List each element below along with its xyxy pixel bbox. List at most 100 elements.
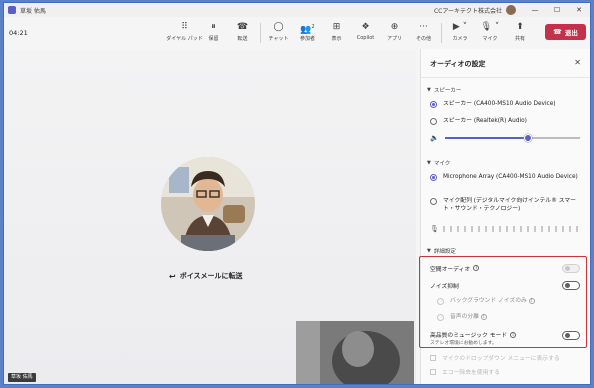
chat-button[interactable]: ◯ チャット xyxy=(264,21,293,45)
call-stage: ↩ ボイスメールに転送 草坂 佑馬 xyxy=(4,49,416,384)
mic-section-label: マイク xyxy=(433,161,451,167)
call-toolbar: 04:21 ⠿ ダイヤル パッド ⏸ 保留 ☎ 転送 ◯ チャット 👥2 参加者 xyxy=(4,17,590,49)
minimize-button[interactable]: — xyxy=(524,3,546,17)
close-icon[interactable]: ✕ xyxy=(574,58,581,67)
people-label: 参加者 xyxy=(299,36,315,42)
speaker-option-1[interactable]: スピーカー (CA400-MS10 Audio Device) xyxy=(430,100,583,108)
view-button[interactable]: ⊞ 表示 xyxy=(322,21,351,45)
advanced-section-header[interactable]: ▼ 詳細設定 xyxy=(427,247,456,255)
mic-option-label: マイク配列 (デジタルマイク向けインテル® スマート・サウンド・テクノロジー) xyxy=(443,198,576,212)
mic-level-bar xyxy=(526,226,529,232)
chevron-down-icon: ▼ xyxy=(427,248,431,254)
maximize-button[interactable]: ☐ xyxy=(546,3,568,17)
mic-level-bar xyxy=(533,226,536,232)
mic-level-bar xyxy=(540,226,543,232)
voicemail-icon: ↩ xyxy=(169,271,176,281)
dialpad-label: ダイヤル パッド xyxy=(166,36,203,42)
mic-dropdown-hint-label: マイクのドロップダウン メニューに表示する xyxy=(442,356,560,362)
mic-level-bar xyxy=(484,226,487,232)
slider-thumb[interactable] xyxy=(523,134,532,142)
add-app-icon: ⊕ xyxy=(390,22,399,32)
voicemail-transfer-link[interactable]: ↩ ボイスメールに転送 xyxy=(169,271,243,281)
radio-unselected[interactable] xyxy=(430,197,437,205)
chat-icon: ◯ xyxy=(273,22,284,32)
view-label: 表示 xyxy=(331,36,342,42)
call-timer: 04:21 xyxy=(9,29,28,37)
end-call-button[interactable]: ☎ 退出 xyxy=(545,24,586,40)
mic-level-bar xyxy=(568,226,571,232)
radio-selected[interactable] xyxy=(430,100,437,108)
copilot-icon: ❖ xyxy=(361,22,370,32)
speaker-volume-slider[interactable]: 🔈 xyxy=(430,133,580,143)
checkbox[interactable] xyxy=(430,354,436,361)
pause-icon: ⏸ xyxy=(211,22,216,32)
mic-level-bar xyxy=(449,226,452,232)
mic-label: マイク xyxy=(482,36,498,42)
share-icon: ⬆ xyxy=(516,22,524,32)
self-video-preview xyxy=(296,321,414,384)
hold-label: 保留 xyxy=(208,36,219,42)
mic-level-bar xyxy=(505,226,508,232)
mic-option-2[interactable]: マイク配列 (デジタルマイク向けインテル® スマート・サウンド・テクノロジー) xyxy=(430,197,583,213)
mic-level-bar xyxy=(456,226,459,232)
panel-divider xyxy=(421,77,590,78)
dialpad-icon: ⠿ xyxy=(181,22,188,32)
mic-level-bar xyxy=(561,226,564,232)
window-title: 草坂 佑馬 xyxy=(20,7,46,15)
checkbox[interactable] xyxy=(430,368,436,375)
mic-level-meter: 🎙 xyxy=(430,225,583,233)
mic-level-bar xyxy=(519,226,522,232)
organization-name: CCアーキテクト株式会社 xyxy=(433,7,502,15)
end-call-label: 退出 xyxy=(564,29,578,37)
people-icon: 👥2 xyxy=(300,24,315,35)
share-label: 共有 xyxy=(514,36,525,42)
mic-level-bar xyxy=(498,226,501,232)
people-count: 2 xyxy=(311,24,315,30)
speaker-option-2[interactable]: スピーカー (Realtek(R) Audio) xyxy=(430,117,583,125)
chevron-down-icon: ▼ xyxy=(427,87,431,93)
teams-logo-icon xyxy=(8,6,16,14)
apps-label: アプリ xyxy=(386,36,402,42)
mic-button[interactable]: 🎙 ˅ マイク xyxy=(475,21,505,45)
microphone-icon: 🎙 ˅ xyxy=(480,22,500,32)
mic-level-bar xyxy=(470,226,473,232)
speaker-option-label: スピーカー (Realtek(R) Audio) xyxy=(443,118,527,124)
mic-section-header[interactable]: ▼ マイク xyxy=(427,159,450,167)
radio-unselected[interactable] xyxy=(430,117,437,125)
caller-avatar xyxy=(161,157,255,251)
self-video-image xyxy=(296,321,414,384)
dialpad-button[interactable]: ⠿ ダイヤル パッド xyxy=(166,21,202,45)
radio-selected[interactable] xyxy=(430,173,437,181)
slider-fill xyxy=(444,137,528,139)
caller-portrait-icon xyxy=(161,157,255,251)
transfer-button[interactable]: ☎ 転送 xyxy=(228,21,257,45)
microphone-icon: 🎙 xyxy=(430,225,439,233)
people-button[interactable]: 👥2 参加者 xyxy=(293,21,322,45)
toolbar-divider xyxy=(441,23,442,43)
account-avatar[interactable] xyxy=(506,5,516,15)
mic-level-bar xyxy=(547,226,550,232)
mic-option-1[interactable]: Microphone Array (CA400-MS10 Audio Devic… xyxy=(430,173,583,181)
mic-level-bars xyxy=(442,226,583,232)
mic-level-bar xyxy=(442,226,445,232)
more-label: その他 xyxy=(415,36,431,42)
mic-level-bar xyxy=(575,226,578,232)
speaker-section-label: スピーカー xyxy=(433,88,462,94)
mic-level-bar xyxy=(554,226,557,232)
apps-button[interactable]: ⊕ アプリ xyxy=(380,21,409,45)
self-name-chip: 草坂 佑馬 xyxy=(8,373,36,382)
mic-dropdown-hint-row[interactable]: マイクのドロップダウン メニューに表示する xyxy=(430,353,580,362)
echo-cancel-label: エコー除去を使用する xyxy=(442,370,500,376)
camera-icon: ▶ ˅ xyxy=(452,22,468,32)
speaker-section-header[interactable]: ▼ スピーカー xyxy=(427,86,461,94)
echo-cancel-row[interactable]: エコー除去を使用する xyxy=(430,367,580,376)
close-window-button[interactable]: ✕ xyxy=(568,3,590,17)
slider-track[interactable] xyxy=(444,134,580,142)
camera-button[interactable]: ▶ ˅ カメラ xyxy=(445,21,475,45)
share-button[interactable]: ⬆ 共有 xyxy=(505,21,535,45)
more-button[interactable]: ··· その他 xyxy=(409,21,438,45)
copilot-button[interactable]: ❖ Copilot xyxy=(351,21,380,45)
hold-button[interactable]: ⏸ 保留 xyxy=(199,21,228,45)
highlight-box xyxy=(419,256,587,348)
chat-label: チャット xyxy=(268,36,289,42)
